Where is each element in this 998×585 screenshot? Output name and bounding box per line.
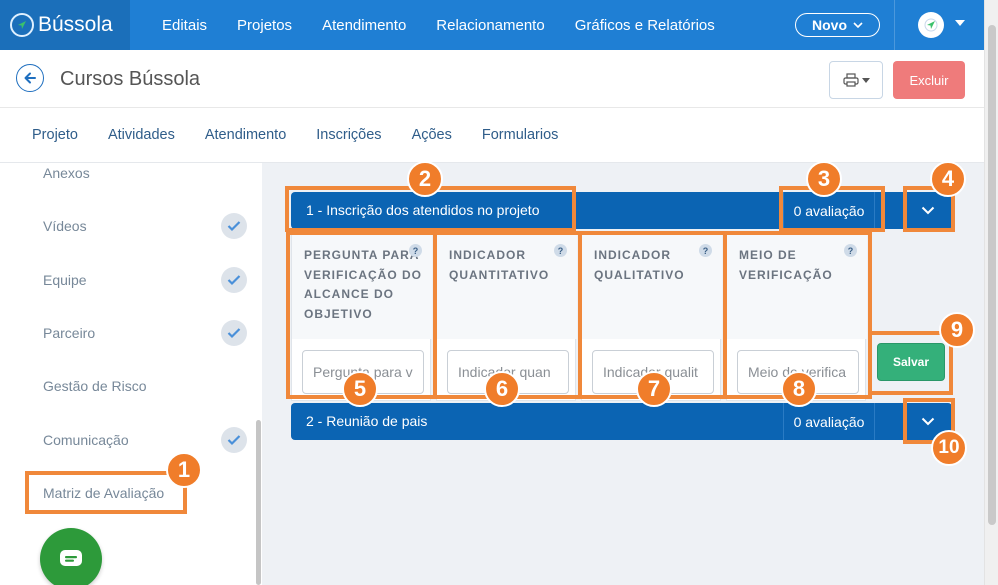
chat-icon — [60, 550, 82, 566]
project-tabs: Projeto Atividades Atendimento Inscriçõe… — [0, 108, 984, 163]
annotation-marker: 7 — [636, 371, 672, 407]
tab-projeto[interactable]: Projeto — [32, 127, 78, 143]
sidebar-item-videos[interactable]: Vídeos — [43, 218, 87, 234]
evaluation-count: 0 avaliação — [783, 403, 875, 440]
column-label: Indicador quantitativo — [449, 248, 550, 282]
window-scrollbar[interactable] — [984, 0, 998, 585]
brand-logo[interactable]: Bússola — [0, 0, 130, 50]
tab-formularios[interactable]: Formularios — [482, 127, 559, 143]
annotation-marker: 2 — [407, 161, 443, 197]
tab-acoes[interactable]: Ações — [412, 127, 452, 143]
nav-atendimento[interactable]: Atendimento — [322, 17, 406, 34]
chevron-down-icon — [853, 22, 863, 28]
sidebar-scrollbar[interactable] — [256, 420, 261, 585]
sidebar-item-parceiro[interactable]: Parceiro — [43, 325, 95, 341]
check-icon — [221, 427, 247, 453]
caret-down-icon[interactable] — [954, 19, 966, 27]
novo-button[interactable]: Novo — [795, 13, 880, 37]
chevron-down-icon — [921, 417, 934, 426]
nav-editais[interactable]: Editais — [162, 17, 207, 34]
help-icon[interactable]: ? — [409, 244, 422, 257]
annotation-marker: 1 — [166, 452, 202, 488]
annotation-marker: 3 — [806, 161, 842, 197]
column-header: Meio de verificação ? — [727, 234, 867, 339]
page-header: Cursos Bússola Excluir — [0, 50, 984, 108]
nav-projetos[interactable]: Projetos — [237, 17, 292, 34]
main-nav: Editais Projetos Atendimento Relacioname… — [147, 0, 730, 50]
annotation-marker: 8 — [781, 371, 817, 407]
page-title: Cursos Bússola — [60, 68, 201, 90]
compass-icon — [10, 13, 34, 37]
annotation-marker: 10 — [931, 430, 967, 466]
caret-down-icon — [861, 77, 870, 83]
sidebar: Anexos Vídeos Equipe Parceiro Gestão de … — [0, 163, 262, 585]
brand-name: Bússola — [38, 13, 113, 36]
column-header: Pergunta para verificação do alcance do … — [292, 234, 432, 339]
user-avatar[interactable] — [918, 12, 944, 38]
nav-divider — [894, 0, 895, 50]
column-header: Indicador quantitativo ? — [437, 234, 577, 339]
section-title: 2 - Reunião de pais — [306, 413, 428, 429]
sidebar-item-anexos[interactable]: Anexos — [43, 165, 90, 181]
check-icon — [221, 267, 247, 293]
top-navbar: Bússola Editais Projetos Atendimento Rel… — [0, 0, 998, 50]
column-header: Indicador qualitativo ? — [582, 234, 722, 339]
expand-toggle-button[interactable] — [903, 192, 952, 229]
tab-atendimento[interactable]: Atendimento — [205, 127, 286, 143]
annotation-marker: 6 — [484, 371, 520, 407]
sidebar-item-gestao-de-risco[interactable]: Gestão de Risco — [43, 378, 147, 394]
back-button[interactable] — [16, 64, 44, 92]
column-label: Meio de verificação — [739, 248, 833, 282]
sidebar-item-equipe[interactable]: Equipe — [43, 272, 87, 288]
compass-icon — [924, 18, 938, 32]
section-header-1[interactable]: 1 - Inscrição dos atendidos no projeto 0… — [291, 192, 952, 229]
tab-inscricoes[interactable]: Inscrições — [316, 127, 381, 143]
printer-icon — [842, 73, 859, 87]
nav-graficos-relatorios[interactable]: Gráficos e Relatórios — [575, 17, 715, 34]
chat-button[interactable] — [40, 528, 102, 585]
section-header-2[interactable]: 2 - Reunião de pais 0 avaliação — [291, 403, 952, 440]
chevron-down-icon — [921, 206, 934, 215]
column-label: Pergunta para verificação do alcance do … — [304, 248, 423, 321]
column-label: Indicador qualitativo — [594, 248, 685, 282]
help-icon[interactable]: ? — [844, 244, 857, 257]
salvar-button[interactable]: Salvar — [877, 343, 945, 381]
evaluation-count: 0 avaliação — [783, 192, 875, 229]
annotation-marker: 5 — [342, 371, 378, 407]
check-icon — [221, 213, 247, 239]
nav-relacionamento[interactable]: Relacionamento — [436, 17, 544, 34]
section-title: 1 - Inscrição dos atendidos no projeto — [306, 202, 540, 218]
sidebar-item-matriz-de-avaliacao[interactable]: Matriz de Avaliação — [43, 485, 164, 501]
novo-label: Novo — [812, 17, 847, 33]
print-button[interactable] — [829, 61, 883, 99]
help-icon[interactable]: ? — [699, 244, 712, 257]
help-icon[interactable]: ? — [554, 244, 567, 257]
check-icon — [221, 320, 247, 346]
annotation-marker: 4 — [930, 161, 966, 197]
annotation-marker: 9 — [939, 312, 975, 348]
tab-atividades[interactable]: Atividades — [108, 127, 175, 143]
scrollbar-thumb[interactable] — [988, 25, 996, 525]
sidebar-item-comunicacao[interactable]: Comunicação — [43, 432, 129, 448]
excluir-button[interactable]: Excluir — [893, 61, 965, 99]
arrow-left-icon — [24, 72, 36, 84]
